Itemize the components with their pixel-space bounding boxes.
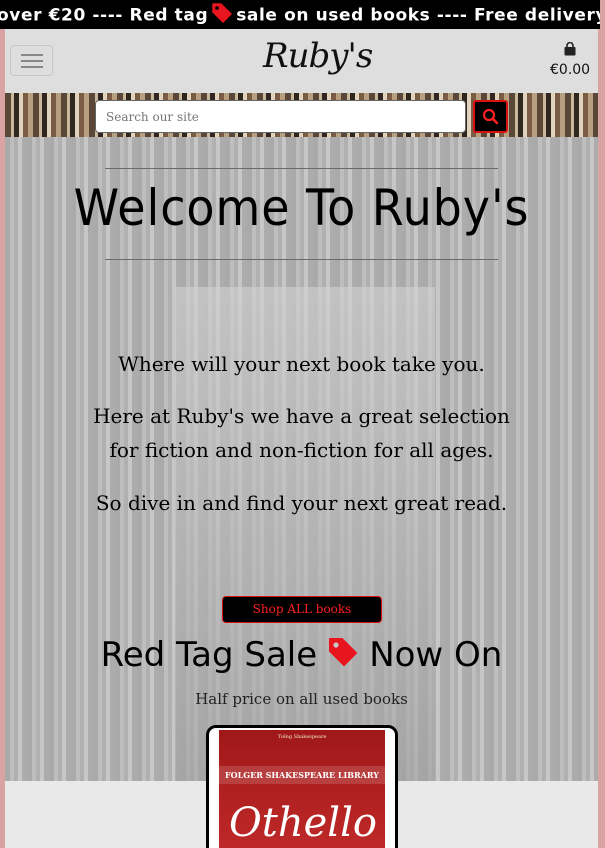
search-input[interactable]: [95, 100, 466, 133]
tagline-2a: Here at Ruby's we have a great selection: [93, 404, 510, 428]
book-title: Othello: [229, 800, 377, 846]
book-cover-image[interactable]: Tiếng Shakespeare FOLGER SHAKESPEARE LIB…: [219, 730, 385, 848]
tagline-1: Where will your next book take you.: [118, 352, 485, 376]
search-icon: [482, 108, 499, 125]
promo-text-start: over €20 ---- Red tag: [0, 5, 209, 26]
cart-total: €0.00: [550, 62, 591, 78]
search-button[interactable]: [473, 100, 508, 133]
promo-ticker: over €20 ---- Red tag sale on used books …: [0, 0, 600, 29]
page: Ruby's €0.00 Welcome To Ruby's Where wil…: [5, 0, 598, 848]
search-bar: [5, 93, 598, 137]
tagline-3: So dive in and find your next great read…: [95, 491, 508, 515]
sale-subtitle: Half price on all used books: [195, 690, 408, 708]
book-author: Tiếng Shakespeare: [277, 734, 327, 740]
shopping-bag-icon: [564, 41, 576, 56]
shop-all-books-button[interactable]: Shop ALL books: [222, 596, 382, 623]
navbar: Ruby's €0.00: [5, 29, 598, 93]
divider: [105, 168, 498, 169]
promo-text-end: sale on used books ---- Free delivery o: [236, 5, 600, 26]
divider: [105, 259, 498, 260]
sale-heading-end: Now On: [369, 635, 503, 675]
welcome-heading: Welcome To Ruby's: [73, 179, 530, 237]
tagline-2b: for fiction and non-fiction for all ages…: [109, 438, 494, 462]
price-tag-icon: [211, 2, 233, 29]
hamburger-menu-button[interactable]: [10, 45, 53, 76]
promo-ticker-text: over €20 ---- Red tag sale on used books …: [0, 2, 600, 29]
book-card[interactable]: Tiếng Shakespeare FOLGER SHAKESPEARE LIB…: [206, 725, 398, 848]
sale-heading-start: Red Tag Sale: [100, 635, 318, 675]
hero-section: Welcome To Ruby's Where will your next b…: [5, 137, 598, 781]
book-series: FOLGER SHAKESPEARE LIBRARY: [219, 766, 385, 784]
sale-heading: Red Tag Sale Now On: [5, 635, 598, 677]
price-tag-icon: [327, 636, 359, 677]
brand-logo[interactable]: Ruby's: [263, 36, 373, 76]
cart-link[interactable]: €0.00: [550, 41, 590, 78]
